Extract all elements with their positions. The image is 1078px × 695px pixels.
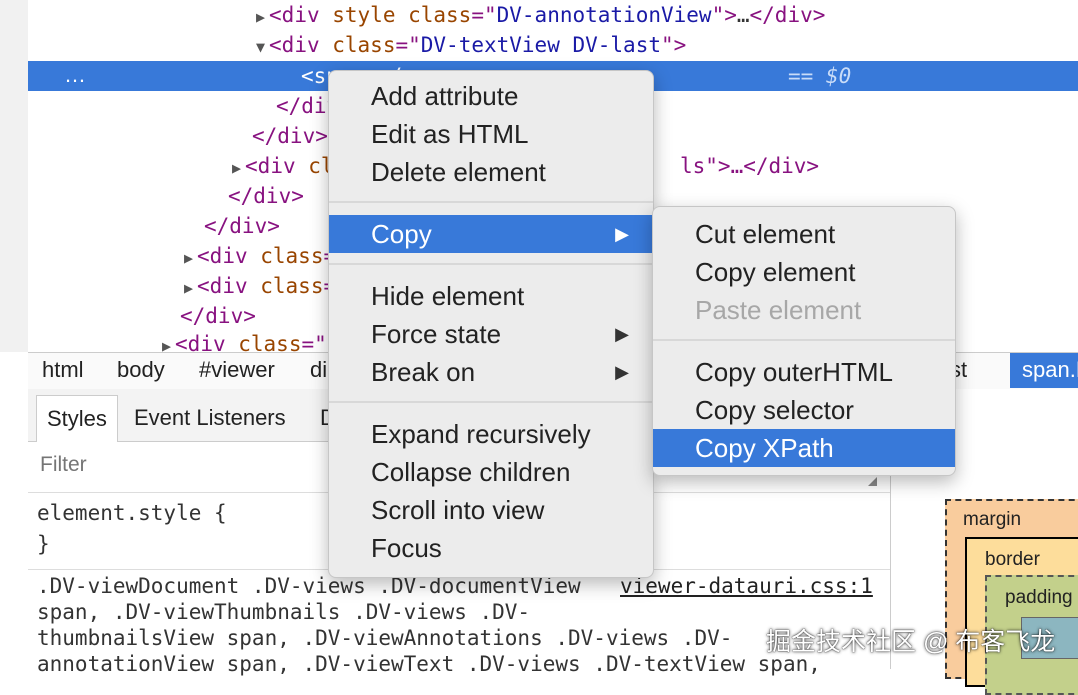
breadcrumb-active-span[interactable]: span.DV xyxy=(1010,353,1078,388)
expand-triangle-icon[interactable]: ▶ xyxy=(256,8,265,26)
menu-item-copy-element[interactable]: Copy element xyxy=(653,253,955,291)
context-menu: Add attribute Edit as HTML Delete elemen… xyxy=(328,70,654,578)
css-selector-line: span, .DV-viewThumbnails .DV-views .DV- xyxy=(37,600,531,624)
console-ref: == $0 xyxy=(788,64,852,88)
tab-styles[interactable]: Styles xyxy=(36,395,118,442)
node-text: </div> xyxy=(228,184,304,208)
margin-label: margin xyxy=(963,509,1022,530)
node-text: <div xyxy=(269,3,333,27)
expand-triangle-icon[interactable]: ▶ xyxy=(184,249,193,267)
menu-item-collapse-children[interactable]: Collapse children xyxy=(329,453,653,491)
resize-corner-icon[interactable] xyxy=(868,477,877,486)
menu-separator xyxy=(329,263,653,265)
expand-triangle-icon[interactable]: ▶ xyxy=(232,159,241,177)
expand-triangle-icon[interactable]: ▶ xyxy=(184,279,193,297)
box-model-border[interactable]: border padding xyxy=(965,537,1078,695)
menu-item-label: Break on xyxy=(371,357,476,387)
menu-separator xyxy=(653,339,955,341)
menu-separator xyxy=(329,401,653,403)
css-source-link[interactable]: viewer-datauri.css:1 xyxy=(620,574,873,598)
menu-item-copy[interactable]: Copy ▶ xyxy=(329,215,653,253)
dom-node-div[interactable]: ▶<div class=" xyxy=(184,271,349,301)
node-text: "> xyxy=(711,3,737,27)
node-value: DV-textView DV-last xyxy=(420,33,661,57)
dom-node-close[interactable]: </div> xyxy=(180,301,256,331)
dom-node-close[interactable]: </div> xyxy=(252,121,328,151)
node-text: <div xyxy=(269,33,333,57)
dom-node-close[interactable]: </div> xyxy=(204,211,280,241)
menu-separator xyxy=(329,201,653,203)
more-options-icon[interactable]: … xyxy=(64,61,86,89)
collapse-triangle-icon[interactable]: ▼ xyxy=(256,38,265,56)
menu-item-add-attribute[interactable]: Add attribute xyxy=(329,77,653,115)
menu-item-cut-element[interactable]: Cut element xyxy=(653,215,955,253)
menu-item-edit-as-html[interactable]: Edit as HTML xyxy=(329,115,653,153)
element-style-rule[interactable]: element.style { xyxy=(37,501,227,525)
dom-node-close[interactable]: </div> xyxy=(228,181,304,211)
menu-item-scroll-into-view[interactable]: Scroll into view xyxy=(329,491,653,529)
node-attr: class xyxy=(260,244,324,268)
css-selector-line: thumbnailsView span, .DV-viewAnnotations… xyxy=(37,626,733,650)
menu-item-break-on[interactable]: Break on ▶ xyxy=(329,353,653,391)
node-text: ls">…</div> xyxy=(680,154,820,178)
node-text: =" xyxy=(471,3,497,27)
node-text: "> xyxy=(660,33,687,57)
submenu-arrow-icon: ▶ xyxy=(615,362,629,382)
menu-item-force-state[interactable]: Force state ▶ xyxy=(329,315,653,353)
watermark: 掘金技术社区 @ 布客飞龙 xyxy=(766,628,1056,656)
copy-submenu: Cut element Copy element Paste element C… xyxy=(652,206,956,476)
dom-node-text-view[interactable]: ▼ <div class="DV-textView DV-last"> xyxy=(256,30,686,60)
node-text: <div xyxy=(245,154,309,178)
menu-item-copy-xpath[interactable]: Copy XPath xyxy=(653,429,955,467)
node-text: </div> xyxy=(749,3,826,27)
dom-node-fragment: ls">…</div> xyxy=(680,151,819,181)
menu-item-focus[interactable]: Focus xyxy=(329,529,653,567)
breadcrumb-div[interactable]: di xyxy=(310,353,327,387)
menu-item-paste-element: Paste element xyxy=(695,295,862,325)
menu-item-copy-outerhtml[interactable]: Copy outerHTML xyxy=(653,353,955,391)
node-text: </div> xyxy=(180,304,256,328)
menu-item-hide-element[interactable]: Hide element xyxy=(329,277,653,315)
node-value: DV-annotationView xyxy=(496,3,712,27)
element-style-close: } xyxy=(37,532,50,556)
node-text: =" xyxy=(395,33,421,57)
menu-item-copy-selector[interactable]: Copy selector xyxy=(653,391,955,429)
ellipsis: … xyxy=(736,3,750,27)
node-text: <div xyxy=(197,274,261,298)
css-selector-line: annotationView span, .DV-viewText .DV-vi… xyxy=(37,652,821,676)
menu-item-label: Force state xyxy=(371,319,502,349)
dom-node-div[interactable]: ▶<div class=" xyxy=(184,241,349,271)
dom-node-annotation-view[interactable]: ▶ <div style class="DV-annotationView">…<… xyxy=(256,0,825,30)
filter-input[interactable] xyxy=(38,452,342,478)
node-attr: style class xyxy=(332,3,472,27)
node-text: </div> xyxy=(252,124,328,148)
node-text: </div> xyxy=(204,214,280,238)
menu-item-delete-element[interactable]: Delete element xyxy=(329,153,653,191)
breadcrumb-viewer[interactable]: #viewer xyxy=(199,353,275,387)
tab-event-listeners[interactable]: Event Listeners xyxy=(134,395,286,441)
menu-item-expand-recursively[interactable]: Expand recursively xyxy=(329,415,653,453)
breadcrumb-html[interactable]: html xyxy=(42,353,84,387)
node-attr: class xyxy=(260,274,324,298)
submenu-arrow-icon: ▶ xyxy=(615,324,629,344)
padding-label: padding xyxy=(1005,587,1073,608)
node-text: <div xyxy=(197,244,261,268)
submenu-arrow-icon: ▶ xyxy=(615,224,629,244)
menu-item-label: Copy xyxy=(371,219,432,249)
border-label: border xyxy=(985,549,1040,570)
node-attr: class xyxy=(332,33,396,57)
breadcrumb-body[interactable]: body xyxy=(117,353,165,387)
